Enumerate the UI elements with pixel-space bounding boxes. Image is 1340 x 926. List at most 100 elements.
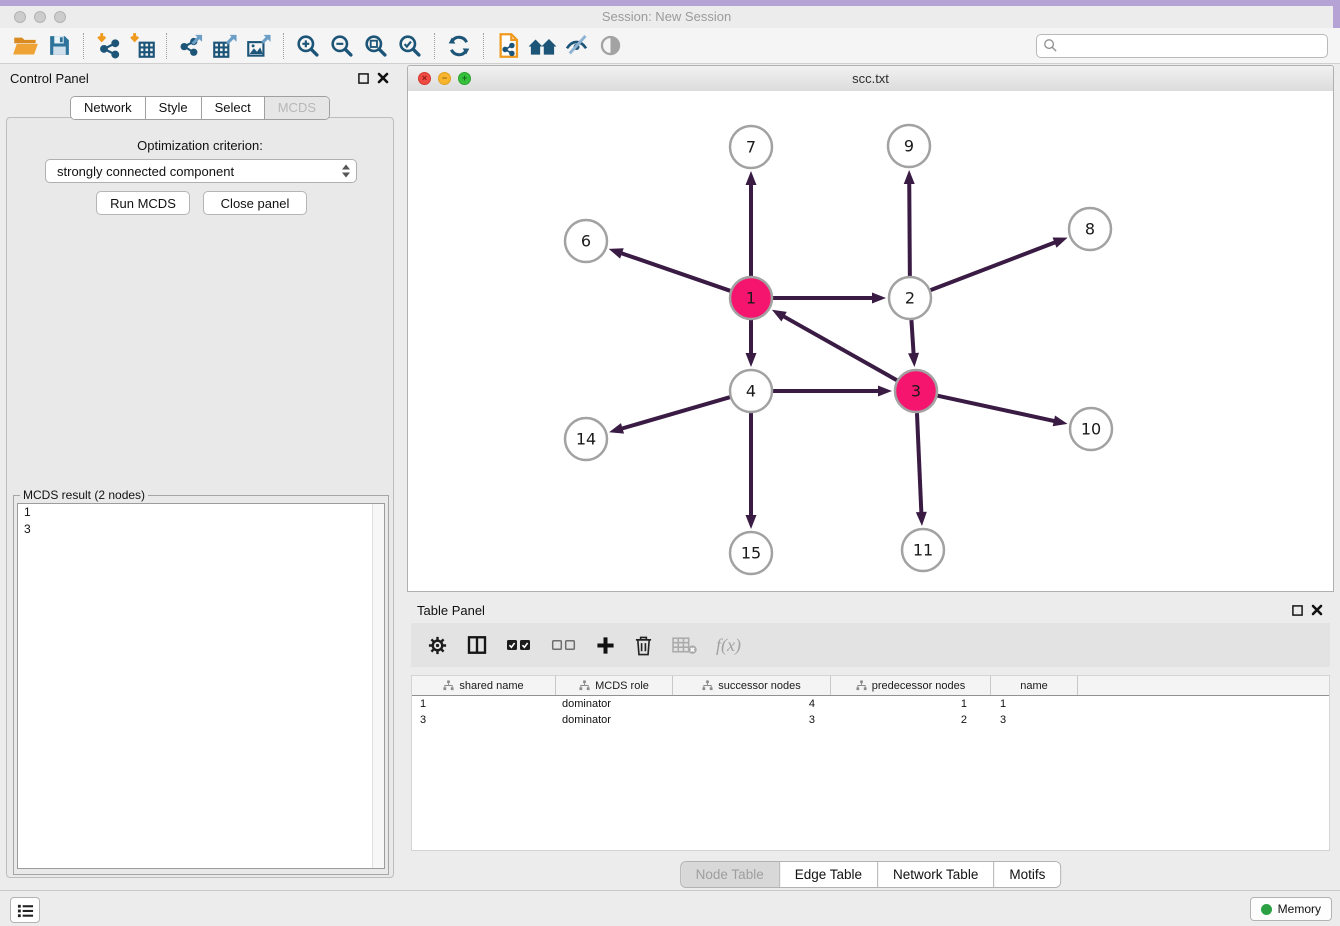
network-graph[interactable]: 1 2 3 4 6 7 8 9 10 11 14 15 <box>408 91 1333 591</box>
graph-edge-2-9[interactable] <box>904 170 915 276</box>
graph-node-15[interactable]: 15 <box>730 532 772 574</box>
network-canvas[interactable]: 1 2 3 4 6 7 8 9 10 11 14 15 <box>408 91 1333 591</box>
table-cell[interactable]: 1 <box>991 696 1078 712</box>
graph-edge-1-2[interactable] <box>773 293 886 304</box>
import-table-icon[interactable] <box>125 31 159 61</box>
node-table[interactable]: shared nameMCDS rolesuccessor nodesprede… <box>411 675 1330 851</box>
show-columns-icon[interactable] <box>467 633 487 657</box>
graph-edge-1-7[interactable] <box>746 171 757 276</box>
run-mcds-button[interactable]: Run MCDS <box>96 191 190 215</box>
graph-node-9[interactable]: 9 <box>888 125 930 167</box>
graph-edge-1-4[interactable] <box>746 320 757 367</box>
table-tab-motifs[interactable]: Motifs <box>993 862 1060 887</box>
table-cell[interactable]: 3 <box>412 712 556 728</box>
window-minimize-button[interactable] <box>34 11 46 23</box>
column-header-name[interactable]: name <box>991 676 1078 695</box>
graph-node-4[interactable]: 4 <box>730 370 772 412</box>
graph-node-3[interactable]: 3 <box>895 370 937 412</box>
scrollbar-track[interactable] <box>372 504 384 868</box>
column-header-shared-name[interactable]: shared name <box>412 676 556 695</box>
graph-edge-3-1[interactable] <box>772 310 897 380</box>
clone-network-icon[interactable] <box>491 31 525 61</box>
graph-node-6[interactable]: 6 <box>565 220 607 262</box>
table-cell[interactable]: 3 <box>673 712 831 728</box>
table-row[interactable]: 3dominator323 <box>412 712 1329 728</box>
search-input[interactable] <box>1062 38 1321 54</box>
export-network-icon[interactable] <box>174 31 208 61</box>
graph-edge-2-8[interactable] <box>931 237 1068 290</box>
network-window-titlebar[interactable]: × − + scc.txt <box>408 66 1333 92</box>
table-cell[interactable]: 1 <box>831 696 991 712</box>
save-session-icon[interactable] <box>42 31 76 61</box>
graph-node-1[interactable]: 1 <box>730 277 772 319</box>
mcds-result-list[interactable]: 13 <box>17 503 385 869</box>
open-session-icon[interactable] <box>8 31 42 61</box>
close-table-panel-icon[interactable] <box>1310 603 1324 617</box>
import-network-icon[interactable] <box>91 31 125 61</box>
window-close-button[interactable] <box>14 11 26 23</box>
column-header-MCDS-role[interactable]: MCDS role <box>556 676 673 695</box>
svg-text:1: 1 <box>746 289 756 308</box>
tab-network[interactable]: Network <box>71 97 145 119</box>
table-cell[interactable]: 4 <box>673 696 831 712</box>
delete-column-trash-icon[interactable] <box>634 633 653 657</box>
memory-button[interactable]: Memory <box>1250 897 1332 921</box>
export-table-icon[interactable] <box>208 31 242 61</box>
graph-node-2[interactable]: 2 <box>889 277 931 319</box>
zoom-in-icon[interactable] <box>291 31 325 61</box>
graph-edge-4-15[interactable] <box>746 413 757 529</box>
mcds-result-item[interactable]: 1 <box>18 504 384 521</box>
show-hide-details-icon[interactable] <box>559 31 593 61</box>
zoom-selected-icon[interactable] <box>393 31 427 61</box>
table-cell[interactable]: dominator <box>556 696 673 712</box>
graph-node-10[interactable]: 10 <box>1070 408 1112 450</box>
svg-text:7: 7 <box>746 138 756 157</box>
refresh-layout-icon[interactable] <box>442 31 476 61</box>
network-minimize-button[interactable]: − <box>438 72 451 85</box>
tab-mcds[interactable]: MCDS <box>264 97 329 119</box>
task-history-button[interactable] <box>10 897 40 923</box>
tab-select[interactable]: Select <box>201 97 264 119</box>
home-networks-icon[interactable] <box>525 31 559 61</box>
graph-node-8[interactable]: 8 <box>1069 208 1111 250</box>
table-row[interactable]: 1dominator411 <box>412 696 1329 712</box>
graph-node-11[interactable]: 11 <box>902 529 944 571</box>
export-image-icon[interactable] <box>242 31 276 61</box>
graph-node-7[interactable]: 7 <box>730 126 772 168</box>
column-header-predecessor-nodes[interactable]: predecessor nodes <box>831 676 991 695</box>
table-cell[interactable]: 3 <box>991 712 1078 728</box>
table-tab-edge-table[interactable]: Edge Table <box>779 862 877 887</box>
network-close-button[interactable]: × <box>418 72 431 85</box>
window-zoom-button[interactable] <box>54 11 66 23</box>
float-table-panel-icon[interactable] <box>1290 603 1304 617</box>
graph-edge-3-11[interactable] <box>916 413 927 526</box>
table-settings-gear-icon[interactable] <box>427 633 448 657</box>
zoom-out-icon[interactable] <box>325 31 359 61</box>
zoom-fit-icon[interactable] <box>359 31 393 61</box>
mcds-result-item[interactable]: 3 <box>18 521 384 538</box>
graph-node-14[interactable]: 14 <box>565 418 607 460</box>
column-header-successor-nodes[interactable]: successor nodes <box>673 676 831 695</box>
table-tab-network-table[interactable]: Network Table <box>877 862 993 887</box>
close-panel-icon[interactable] <box>376 71 390 85</box>
close-panel-button[interactable]: Close panel <box>203 191 307 215</box>
graph-edge-4-14[interactable] <box>609 397 730 434</box>
table-tab-node-table[interactable]: Node Table <box>681 862 779 887</box>
graph-edge-1-6[interactable] <box>609 248 731 291</box>
control-panel: Control Panel NetworkStyleSelectMCDS Opt… <box>0 65 400 890</box>
graph-edge-3-10[interactable] <box>937 396 1067 427</box>
table-cell[interactable]: 1 <box>412 696 556 712</box>
unselect-all-columns-icon[interactable] <box>551 633 577 657</box>
search-box[interactable] <box>1036 34 1328 58</box>
graph-edge-2-3[interactable] <box>908 320 919 367</box>
preview-eye-icon <box>593 31 627 61</box>
network-maximize-button[interactable]: + <box>458 72 471 85</box>
table-cell[interactable]: 2 <box>831 712 991 728</box>
graph-edge-4-3[interactable] <box>773 386 892 397</box>
table-cell[interactable]: dominator <box>556 712 673 728</box>
optimization-select[interactable]: strongly connected component <box>45 159 357 183</box>
tab-style[interactable]: Style <box>145 97 201 119</box>
add-column-icon[interactable] <box>596 633 615 657</box>
float-panel-icon[interactable] <box>356 71 370 85</box>
select-all-columns-icon[interactable] <box>506 633 532 657</box>
